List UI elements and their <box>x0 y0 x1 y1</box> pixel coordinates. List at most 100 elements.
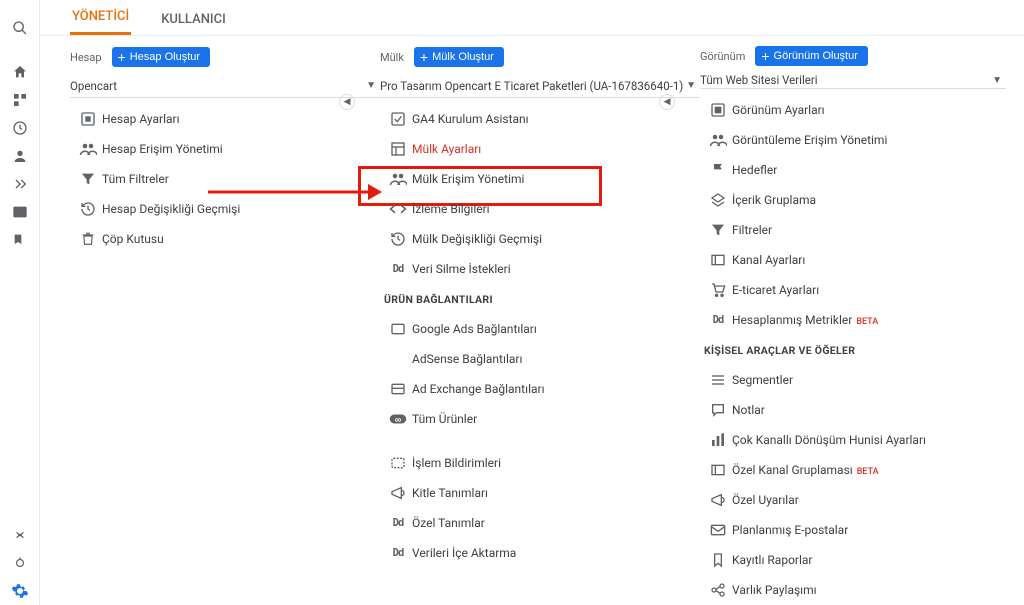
tracking-info[interactable]: İzleme Bilgileri <box>380 194 700 224</box>
view-access-mgmt[interactable]: Görüntüleme Erişim Yönetimi <box>700 125 1006 155</box>
settings-box-icon <box>74 111 102 127</box>
custom-definitions[interactable]: DdÖzel Tanımlar <box>380 508 700 538</box>
all-products[interactable]: ∞Tüm Ürünler <box>380 404 700 434</box>
dd-icon: Dd <box>384 517 412 529</box>
filters[interactable]: Filtreler <box>700 215 1006 245</box>
ad-exchange-linking[interactable]: Ad Exchange Bağlantıları <box>380 374 700 404</box>
dd-icon: Dd <box>704 314 732 326</box>
all-filters[interactable]: Tüm Filtreler <box>70 164 380 194</box>
bookmark-icon <box>704 552 732 568</box>
attribution-icon[interactable] <box>0 521 40 549</box>
people-icon <box>704 133 732 147</box>
data-import[interactable]: DdVerileri İçe Aktarma <box>380 538 700 568</box>
view-menu: Görünüm Ayarları Görüntüleme Erişim Yöne… <box>700 95 1006 605</box>
top-tabs: YÖNETİCİ KULLANICI <box>40 0 1024 36</box>
property-selector[interactable]: Pro Tasarım Opencart E Ticaret Paketleri… <box>380 74 700 98</box>
caret-down-icon: ▼ <box>366 80 376 91</box>
dd-icon: Dd <box>384 263 412 275</box>
account-change-history[interactable]: Hesap Değişikliği Geçmişi <box>70 194 380 224</box>
announce-icon <box>384 456 412 470</box>
scheduled-emails[interactable]: Planlanmış E-postalar <box>700 515 1006 545</box>
custom-channel-grouping[interactable]: Özel Kanal GruplamasıBETA <box>700 455 1006 485</box>
create-property-button[interactable]: +Mülk Oluştur <box>414 47 504 67</box>
account-selector[interactable]: Opencart ▼ <box>70 74 380 98</box>
people-icon <box>384 172 412 186</box>
tab-user[interactable]: KULLANICI <box>159 2 228 35</box>
layout-icon <box>384 141 412 157</box>
share-icon <box>704 582 732 598</box>
history-icon <box>384 231 412 247</box>
search-icon[interactable] <box>0 14 40 42</box>
property-settings[interactable]: Mülk Ayarları <box>380 134 700 164</box>
property-change-history[interactable]: Mülk Değişikliği Geçmişi <box>380 224 700 254</box>
plus-icon: + <box>761 49 769 63</box>
goals[interactable]: Hedefler <box>700 155 1006 185</box>
ecommerce-settings[interactable]: E-ticaret Ayarları <box>700 275 1006 305</box>
view-selector[interactable]: Tüm Web Sitesi Verileri ▼ <box>700 72 1006 89</box>
conversions-icon[interactable] <box>0 226 40 254</box>
caret-down-icon: ▼ <box>686 80 696 91</box>
multi-channel-funnel[interactable]: Çok Kanallı Dönüşüm Hunisi Ayarları <box>700 425 1006 455</box>
channel-icon <box>704 463 732 477</box>
view-column: Görünüm +Görünüm Oluştur Tüm Web Sitesi … <box>700 46 1006 605</box>
bars-icon <box>704 432 732 448</box>
create-account-button[interactable]: +Hesap Oluştur <box>112 47 211 67</box>
plus-icon: + <box>420 50 428 64</box>
calculated-metrics[interactable]: DdHesaplanmış MetriklerBETA <box>700 305 1006 335</box>
channel-settings[interactable]: Kanal Ayarları <box>700 245 1006 275</box>
code-icon <box>384 202 412 216</box>
account-access-mgmt[interactable]: Hesap Erişim Yönetimi <box>70 134 380 164</box>
annotations[interactable]: Notlar <box>700 395 1006 425</box>
property-access-mgmt[interactable]: Mülk Erişim Yönetimi <box>380 164 700 194</box>
postbacks[interactable]: İşlem Bildirimleri <box>380 448 700 478</box>
svg-text:∞: ∞ <box>395 416 402 423</box>
adsense-linking[interactable]: AdSense Bağlantıları <box>380 344 700 374</box>
admin-gear-icon[interactable] <box>0 577 40 605</box>
left-nav-rail <box>0 0 40 605</box>
group-icon <box>704 192 732 208</box>
audience-icon <box>384 485 412 501</box>
tab-admin[interactable]: YÖNETİCİ <box>70 0 131 35</box>
behavior-icon[interactable] <box>0 198 40 226</box>
megaphone-icon <box>704 492 732 508</box>
audience-icon[interactable] <box>0 142 40 170</box>
trash-can[interactable]: Çöp Kutusu <box>70 224 380 254</box>
plus-icon: + <box>118 50 126 64</box>
home-icon[interactable] <box>0 58 40 86</box>
data-deletion-requests[interactable]: DdVeri Silme İstekleri <box>380 254 700 284</box>
filter-icon <box>74 171 102 187</box>
google-ads-linking[interactable]: Google Ads Bağlantıları <box>380 314 700 344</box>
view-label: Görünüm <box>700 50 745 63</box>
account-label: Hesap <box>70 51 102 64</box>
check-box-icon <box>384 111 412 127</box>
view-settings[interactable]: Görünüm Ayarları <box>700 95 1006 125</box>
account-column: Hesap +Hesap Oluştur Opencart ▼ Hesap Ay… <box>70 46 380 605</box>
custom-alerts[interactable]: Özel Uyarılar <box>700 485 1006 515</box>
channel-icon <box>704 253 732 267</box>
segments[interactable]: Segmentler <box>700 365 1006 395</box>
share-assets[interactable]: Varlık Paylaşımı <box>700 575 1006 605</box>
create-view-button[interactable]: +Görünüm Oluştur <box>755 46 868 66</box>
account-settings[interactable]: Hesap Ayarları <box>70 104 380 134</box>
cart-icon <box>704 282 732 298</box>
ga4-setup-assistant[interactable]: GA4 Kurulum Asistanı <box>380 104 700 134</box>
content-grouping[interactable]: İçerik Gruplama <box>700 185 1006 215</box>
discover-icon[interactable] <box>0 549 40 577</box>
audience-definitions[interactable]: Kitle Tanımları <box>380 478 700 508</box>
account-menu: Hesap Ayarları Hesap Erişim Yönetimi Tüm… <box>70 104 380 254</box>
property-column: Mülk +Mülk Oluştur Pro Tasarım Opencart … <box>380 46 700 605</box>
realtime-icon[interactable] <box>0 114 40 142</box>
saved-reports[interactable]: Kayıtlı Raporlar <box>700 545 1006 575</box>
flag-icon <box>704 162 732 178</box>
mail-icon <box>704 523 732 537</box>
property-menu: GA4 Kurulum Asistanı Mülk Ayarları Mülk … <box>380 104 700 568</box>
acquisition-icon[interactable] <box>0 170 40 198</box>
people-icon <box>74 142 102 156</box>
notes-icon <box>704 402 732 418</box>
customization-icon[interactable] <box>0 86 40 114</box>
personal-tools-header: KİŞİSEL ARAÇLAR VE ÖĞELER <box>700 335 1006 365</box>
trash-icon <box>74 231 102 247</box>
infinity-icon: ∞ <box>384 413 412 425</box>
caret-down-icon: ▼ <box>992 75 1002 86</box>
product-linking-header: ÜRÜN BAĞLANTILARI <box>380 284 700 314</box>
